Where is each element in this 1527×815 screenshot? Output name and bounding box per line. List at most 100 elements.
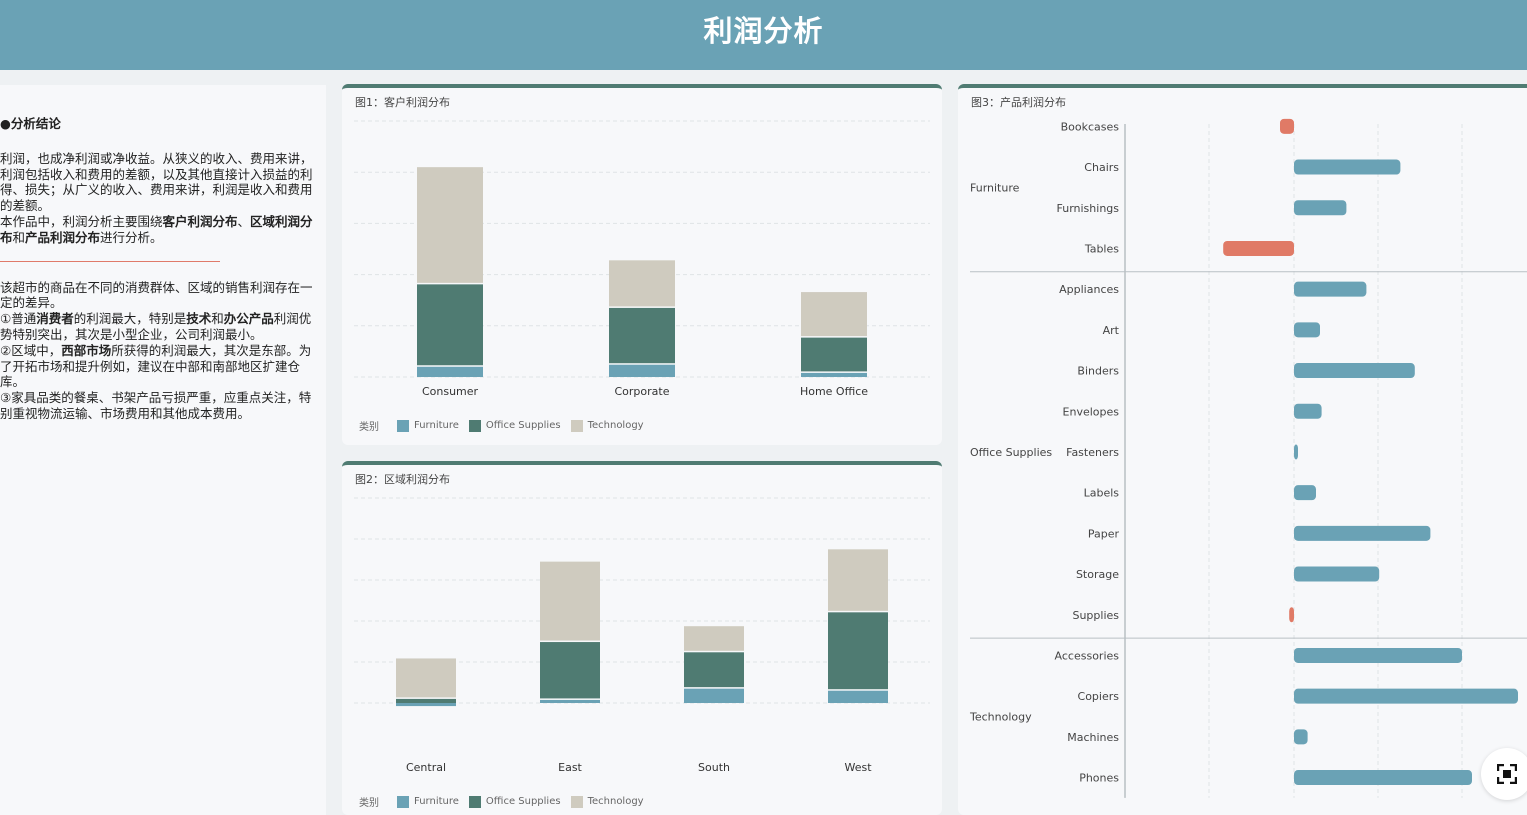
bar-technology-east bbox=[540, 561, 600, 641]
category-label: Chairs bbox=[1084, 161, 1119, 174]
paragraph-scope: 本作品中，利润分析主要围绕客户利润分布、区域利润分布和产品利润分布进行分析。 bbox=[0, 214, 318, 246]
fig1-panel: 图1：客户利润分布 Consumer Corporate Home Office 类… bbox=[342, 84, 942, 445]
bar-fasteners bbox=[1294, 444, 1298, 460]
legend-label: Office Supplies bbox=[485, 796, 561, 807]
x-tick-label: East bbox=[558, 761, 582, 774]
x-tick-label: Central bbox=[406, 761, 446, 774]
bar-furniture-central bbox=[396, 703, 456, 707]
x-tick-label: Corporate bbox=[615, 385, 670, 398]
legend-swatch bbox=[570, 795, 583, 808]
legend-label: Technology bbox=[587, 796, 644, 807]
legend-label: Technology bbox=[587, 420, 644, 431]
text-segment: 和 bbox=[211, 311, 224, 327]
category-label: Binders bbox=[1077, 365, 1119, 378]
fullscreen-icon bbox=[1497, 764, 1517, 784]
fig2-panel: 图2：区域利润分布 Central East South West 类别 Furnit… bbox=[342, 461, 942, 815]
legend-item-office-supplies[interactable]: Office Supplies bbox=[468, 419, 561, 432]
page-title: 利润分析 bbox=[703, 14, 824, 48]
group-label: Office Supplies bbox=[970, 446, 1052, 459]
bar-office-supplies-south bbox=[684, 652, 744, 688]
bar-paper bbox=[1294, 525, 1431, 541]
category-label: Fasteners bbox=[1066, 446, 1119, 459]
bar-phones bbox=[1294, 770, 1472, 786]
paragraph-definition: 利润，也成净利润或净收益。从狭义的收入、费用来讲，利润包括收入和费用的差额，以及… bbox=[0, 150, 313, 214]
bar-storage bbox=[1294, 566, 1380, 582]
paragraph-summary: 该超市的商品在不同的消费群体、区域的销售利润存在一定的差异。 bbox=[0, 279, 313, 311]
bar-accessories bbox=[1294, 647, 1462, 663]
category-label: Storage bbox=[1076, 568, 1119, 581]
fig3-chart: Bookcases Chairs Furnishings Tables Furnitur… bbox=[969, 118, 1527, 798]
fig2-chart: Central East South West bbox=[354, 497, 930, 774]
fig3-panel: 图3：产品利润分布 Bookcases Chairs Furnishings Tabl… bbox=[958, 84, 1527, 815]
bar-furnishings bbox=[1294, 200, 1347, 216]
text-segment: 和 bbox=[12, 229, 26, 245]
fig2-legend: 类别 Furniture Office Supplies Technology bbox=[359, 794, 654, 809]
legend-item-technology[interactable]: Technology bbox=[570, 419, 644, 432]
bar-furniture-consumer bbox=[417, 366, 483, 377]
text-segment: 本作品中，利润分析主要围绕 bbox=[0, 213, 163, 229]
bar-office-supplies-home-office bbox=[801, 337, 867, 372]
category-label: Furnishings bbox=[1057, 202, 1120, 215]
bar-office-supplies-east bbox=[540, 642, 600, 699]
category-label: Paper bbox=[1088, 527, 1120, 540]
text-emphasis: 产品利润分布 bbox=[25, 229, 101, 245]
legend-item-furniture[interactable]: Furniture bbox=[397, 795, 459, 808]
text-emphasis: 技术 bbox=[186, 311, 212, 327]
bar-office-supplies-consumer bbox=[417, 284, 483, 366]
group-label: Technology bbox=[969, 711, 1032, 724]
x-tick-label: South bbox=[698, 761, 730, 774]
bar-tables bbox=[1223, 240, 1294, 256]
x-tick-label: West bbox=[844, 761, 872, 774]
bar-labels bbox=[1294, 485, 1316, 501]
bar-chairs bbox=[1294, 159, 1401, 175]
bar-furniture-west bbox=[828, 690, 888, 703]
category-label: Accessories bbox=[1055, 649, 1120, 662]
paragraph-finding-2: ②区域中，西部市场所获得的利润最大，其次是东部。为了开拓市场和提升例如，建议在中… bbox=[0, 343, 318, 390]
bar-technology-home-office bbox=[801, 292, 867, 337]
bar-art bbox=[1294, 322, 1320, 338]
text-segment: 的利润最大，特别是 bbox=[73, 311, 187, 327]
bar-supplies bbox=[1289, 607, 1294, 623]
category-label: Envelopes bbox=[1063, 405, 1120, 418]
text-segment: ①普通 bbox=[0, 311, 37, 327]
text-segment: ②区域中， bbox=[0, 342, 62, 358]
category-label: Tables bbox=[1084, 242, 1119, 255]
legend-item-office-supplies[interactable]: Office Supplies bbox=[468, 795, 561, 808]
x-tick-label: Consumer bbox=[422, 385, 479, 398]
legend-item-furniture[interactable]: Furniture bbox=[397, 419, 459, 432]
category-label: Copiers bbox=[1078, 690, 1120, 703]
bar-binders bbox=[1294, 363, 1415, 379]
category-label: Appliances bbox=[1059, 283, 1119, 296]
category-label: Phones bbox=[1079, 772, 1119, 785]
category-label: Bookcases bbox=[1061, 120, 1120, 133]
bar-office-supplies-central bbox=[396, 698, 456, 703]
x-tick-label: Home Office bbox=[800, 385, 868, 398]
legend-title: 类别 bbox=[359, 798, 379, 809]
fullscreen-button[interactable] bbox=[1481, 748, 1527, 800]
legend-item-technology[interactable]: Technology bbox=[570, 795, 644, 808]
bar-furniture-east bbox=[540, 699, 600, 703]
fig1-legend: 类别 Furniture Office Supplies Technology bbox=[359, 418, 654, 433]
bar-machines bbox=[1294, 729, 1308, 745]
text-emphasis: 办公产品 bbox=[223, 311, 274, 327]
legend-title: 类别 bbox=[359, 422, 379, 433]
bar-copiers bbox=[1294, 688, 1518, 704]
text-emphasis: 消费者 bbox=[36, 311, 74, 327]
bar-technology-west bbox=[828, 549, 888, 611]
category-label: Art bbox=[1103, 324, 1120, 337]
bar-appliances bbox=[1294, 281, 1367, 297]
bar-bookcases bbox=[1280, 118, 1294, 134]
bar-technology-corporate bbox=[609, 260, 675, 307]
legend-swatch bbox=[468, 795, 481, 808]
bar-envelopes bbox=[1294, 403, 1322, 419]
bar-furniture-home-office bbox=[801, 372, 867, 377]
conclusion-text: ●分析结论 利润，也成净利润或净收益。从狭义的收入、费用来讲，利润包括收入和费用… bbox=[0, 116, 318, 422]
section-divider bbox=[0, 260, 220, 262]
bar-office-supplies-west bbox=[828, 612, 888, 690]
bar-furniture-south bbox=[684, 688, 744, 703]
category-label: Labels bbox=[1084, 487, 1120, 500]
bar-technology-central bbox=[396, 658, 456, 698]
conclusion-title: ●分析结论 bbox=[0, 116, 61, 131]
legend-swatch bbox=[397, 795, 409, 808]
bar-office-supplies-corporate bbox=[609, 307, 675, 364]
